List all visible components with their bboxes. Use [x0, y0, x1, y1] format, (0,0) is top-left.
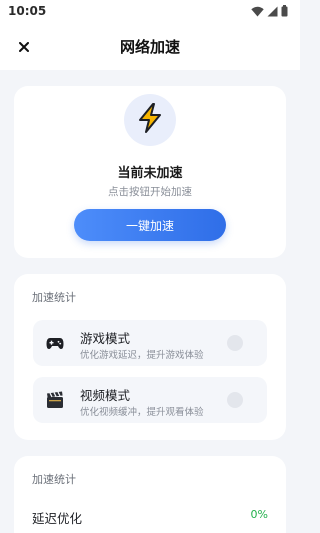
video-mode-toggle[interactable] — [227, 392, 243, 408]
acceleration-hint: 点击按钮开始加速 — [108, 186, 192, 198]
lightning-bolt-icon — [137, 103, 163, 137]
section-title: 加速统计 — [32, 291, 76, 304]
game-mode-toggle[interactable] — [227, 335, 243, 351]
game-mode-row[interactable]: 游戏模式 优化游戏延迟，提升游戏体验 — [33, 320, 267, 366]
latency-card: 加速统计 延迟优化 0% — [14, 456, 286, 533]
mode-card: 加速统计 游戏模式 优化游戏延迟，提升游戏体验 视频模式 优化视频缓冲，提升观看… — [14, 274, 286, 440]
status-bar: 10:05 — [0, 0, 300, 22]
close-button[interactable] — [14, 36, 34, 56]
latency-optimization-label: 延迟优化 — [32, 511, 83, 526]
acceleration-status: 当前未加速 — [117, 166, 183, 181]
latency-section-title: 加速统计 — [32, 473, 76, 486]
accelerate-card: 当前未加速 点击按钮开始加速 一键加速 — [14, 86, 286, 258]
status-icons — [251, 5, 288, 17]
video-mode-row[interactable]: 视频模式 优化视频缓冲，提升观看体验 — [33, 377, 267, 423]
one-click-accelerate-button[interactable]: 一键加速 — [74, 209, 226, 241]
wifi-icon — [251, 6, 264, 17]
page-title: 网络加速 — [119, 37, 180, 56]
battery-icon — [281, 5, 288, 17]
signal-icon — [267, 6, 278, 17]
gamepad-icon — [45, 333, 65, 353]
status-time: 10:05 — [8, 4, 47, 18]
game-mode-description: 优化游戏延迟，提升游戏体验 — [80, 350, 204, 361]
bolt-badge — [124, 94, 176, 146]
video-mode-description: 优化视频缓冲，提升观看体验 — [80, 407, 204, 418]
clapperboard-icon — [45, 390, 65, 410]
latency-optimization-value: 0% — [250, 508, 268, 521]
video-mode-title: 视频模式 — [80, 388, 131, 403]
nav-bar: 网络加速 — [0, 22, 300, 70]
game-mode-title: 游戏模式 — [80, 331, 131, 346]
close-icon — [19, 37, 29, 56]
